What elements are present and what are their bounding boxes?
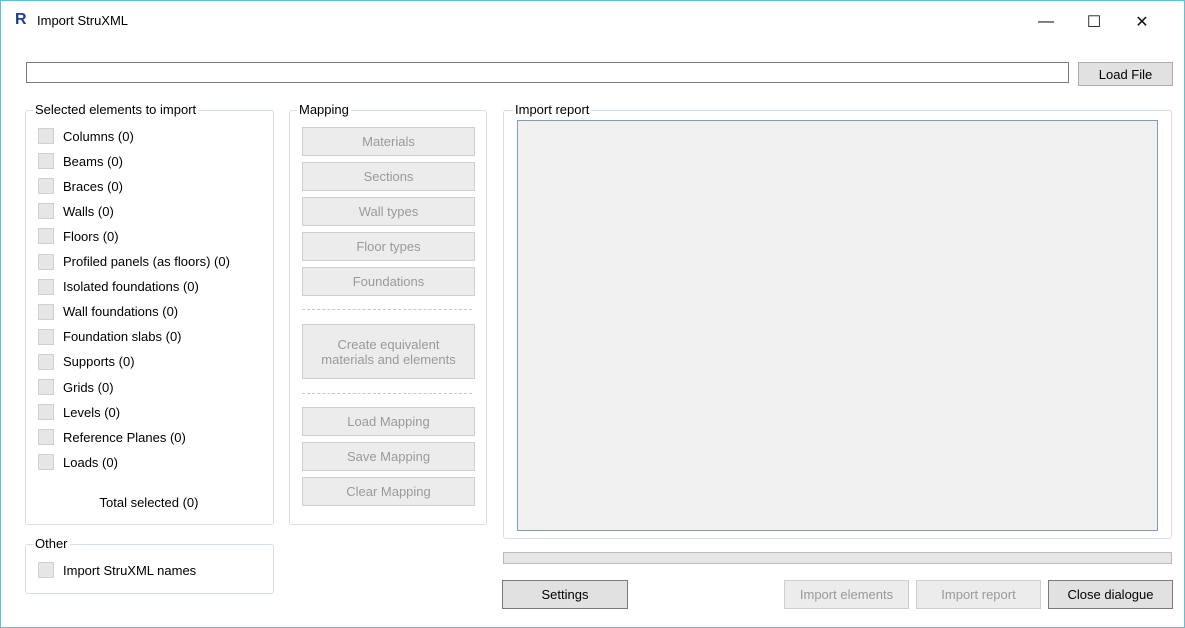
checkbox-box[interactable]: [38, 228, 54, 245]
load-mapping-button[interactable]: Load Mapping: [302, 407, 475, 436]
checkbox-label: Isolated foundations (0): [63, 279, 199, 295]
checkbox-box[interactable]: [38, 353, 54, 370]
title-bar: R Import StruXML — ☐ ✕: [1, 1, 1184, 41]
minimize-button[interactable]: —: [1023, 7, 1069, 37]
checkbox-box[interactable]: [38, 128, 54, 144]
maximize-button[interactable]: ☐: [1071, 7, 1117, 37]
other-legend: Other: [33, 536, 70, 551]
create-equivalent-line1: Create equivalent: [337, 336, 440, 352]
element-checkbox[interactable]: Loads (0): [38, 452, 118, 472]
close-dialogue-button[interactable]: Close dialogue: [1048, 580, 1173, 609]
element-checkbox[interactable]: Profiled panels (as floors) (0): [38, 252, 230, 272]
clear-mapping-button[interactable]: Clear Mapping: [302, 477, 475, 506]
element-checkbox[interactable]: Supports (0): [38, 352, 135, 372]
checkbox-label: Loads (0): [63, 454, 118, 470]
mapping-legend: Mapping: [297, 102, 351, 117]
checkbox-label: Walls (0): [63, 203, 114, 219]
checkbox-label: Import StruXML names: [63, 562, 197, 578]
checkbox-label: Braces (0): [63, 178, 123, 194]
import-struxml-names-checkbox[interactable]: Import StruXML names: [38, 560, 196, 580]
selected-elements-group: Selected elements to import Columns (0) B…: [25, 102, 274, 525]
checkbox-label: Grids (0): [63, 379, 114, 395]
mapping-separator: [302, 309, 472, 310]
element-checkbox[interactable]: Foundation slabs (0): [38, 327, 182, 347]
sections-button[interactable]: Sections: [302, 162, 475, 191]
maximize-icon: ☐: [1086, 14, 1102, 31]
element-checkbox[interactable]: Grids (0): [38, 377, 114, 397]
create-equivalent-line2: materials and elements: [321, 351, 456, 367]
foundations-button[interactable]: Foundations: [302, 267, 475, 296]
mapping-separator: [302, 393, 472, 394]
settings-button[interactable]: Settings: [502, 580, 628, 609]
file-path-field[interactable]: [26, 62, 1069, 83]
checkbox-box[interactable]: [38, 203, 54, 220]
checkbox-label: Levels (0): [63, 404, 121, 420]
checkbox-box[interactable]: [38, 454, 54, 471]
create-equivalent-button[interactable]: Create equivalent materials and elements: [302, 324, 475, 379]
checkbox-box[interactable]: [38, 429, 54, 446]
checkbox-box[interactable]: [38, 253, 54, 270]
close-window-button[interactable]: ✕: [1119, 7, 1165, 37]
checkbox-box[interactable]: [38, 562, 54, 578]
checkbox-box[interactable]: [38, 178, 54, 195]
checkbox-label: Reference Planes (0): [63, 429, 186, 445]
materials-button[interactable]: Materials: [302, 127, 475, 156]
revit-app-icon: R: [15, 11, 27, 28]
checkbox-box[interactable]: [38, 379, 54, 395]
total-selected-label: Total selected (0): [99, 495, 199, 510]
checkbox-label: Beams (0): [63, 153, 123, 169]
element-checkbox[interactable]: Braces (0): [38, 176, 123, 196]
checkbox-box[interactable]: [38, 278, 54, 295]
selected-elements-legend: Selected elements to import: [33, 102, 199, 117]
load-file-button[interactable]: Load File: [1078, 62, 1173, 86]
element-checkbox[interactable]: Beams (0): [38, 151, 123, 171]
checkbox-box[interactable]: [38, 303, 54, 320]
wall-types-button[interactable]: Wall types: [302, 197, 475, 226]
import-struxml-window: R Import StruXML — ☐ ✕ Load File Selecte…: [0, 0, 1185, 628]
window-title: Import StruXML: [37, 13, 129, 28]
checkbox-label: Columns (0): [63, 128, 134, 144]
checkbox-box[interactable]: [38, 153, 54, 170]
import-report-button[interactable]: Import report: [916, 580, 1041, 609]
checkbox-label: Floors (0): [63, 228, 119, 244]
checkbox-label: Wall foundations (0): [63, 304, 179, 320]
close-icon: ✕: [1135, 14, 1149, 31]
import-elements-button[interactable]: Import elements: [784, 580, 909, 609]
checkbox-label: Foundation slabs (0): [63, 329, 182, 345]
element-checkbox[interactable]: Columns (0): [38, 126, 134, 146]
checkbox-label: Profiled panels (as floors) (0): [63, 254, 230, 269]
floor-types-button[interactable]: Floor types: [302, 232, 475, 261]
save-mapping-button[interactable]: Save Mapping: [302, 442, 475, 471]
checkbox-label: Supports (0): [63, 354, 135, 370]
import-progress-bar: [503, 552, 1172, 564]
mapping-group: Mapping Materials Sections Wall types Fl…: [289, 102, 487, 525]
element-checkbox[interactable]: Levels (0): [38, 402, 120, 422]
checkbox-box[interactable]: [38, 404, 54, 421]
element-checkbox[interactable]: Wall foundations (0): [38, 302, 178, 322]
element-checkbox[interactable]: Floors (0): [38, 226, 119, 246]
checkbox-box[interactable]: [38, 328, 54, 345]
other-group: Other Import StruXML names: [25, 536, 274, 594]
import-report-legend: Import report: [513, 102, 592, 117]
minimize-icon: —: [1038, 13, 1054, 30]
element-checkbox[interactable]: Reference Planes (0): [38, 427, 186, 447]
import-report-textbox[interactable]: [517, 120, 1158, 531]
element-checkbox[interactable]: Walls (0): [38, 201, 114, 221]
element-checkbox[interactable]: Isolated foundations (0): [38, 277, 199, 297]
